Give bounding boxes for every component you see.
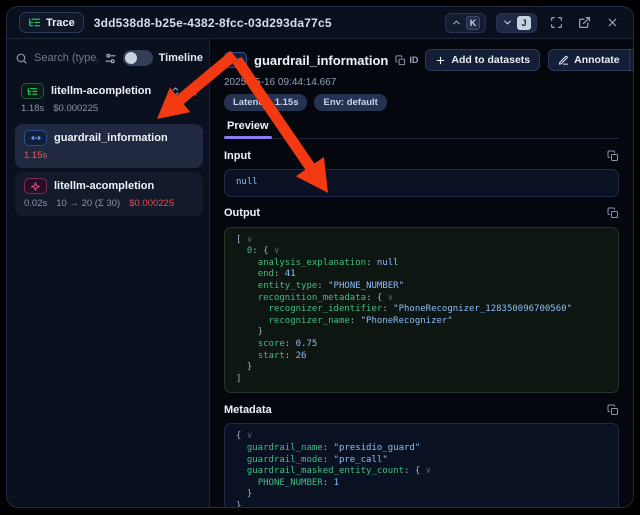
annotate-button[interactable]: Annotate: [548, 49, 629, 71]
tree-item-title: litellm-acompletion: [54, 180, 194, 192]
id-label: ID: [409, 55, 418, 65]
trace-cost: $0.000225: [53, 103, 98, 114]
open-external-button[interactable]: [575, 14, 593, 32]
pencil-icon: [558, 55, 569, 66]
expand-fullscreen-button[interactable]: [547, 14, 565, 32]
copy-output-icon[interactable]: [607, 207, 619, 219]
nav-up-shortcut[interactable]: K: [445, 13, 486, 33]
latency-badge: Latency: 1.15s: [224, 94, 307, 111]
output-json-viewer[interactable]: [ ∨ 0: { ∨ analysis_explanation: null en…: [224, 227, 619, 394]
timeline-toggle-label: Timeline: [159, 52, 203, 64]
input-section-label: Input: [224, 150, 251, 162]
annotate-dropdown-button[interactable]: [629, 49, 633, 71]
trace-tree-icon: [21, 83, 44, 99]
copy-input-icon[interactable]: [607, 150, 619, 162]
expand-all-icon[interactable]: [170, 86, 181, 97]
metadata-json-viewer[interactable]: { ∨ guardrail_name: "presidio_guard" gua…: [224, 423, 619, 507]
plus-icon: [435, 55, 446, 66]
add-to-datasets-button[interactable]: Add to datasets: [425, 49, 540, 71]
page-title: guardrail_information: [254, 53, 388, 68]
tree-item-title: guardrail_information: [54, 132, 194, 144]
observation-timestamp: 2025-05-16 09:44:14.667: [224, 77, 619, 88]
observation-detail-panel: guardrail_information ID Add to datasets: [210, 39, 633, 507]
span-latency: 1.15s: [24, 150, 194, 161]
tree-item-litellm-acompletion[interactable]: litellm-acompletion 0.02s 10 → 20 (Σ 30)…: [15, 172, 203, 216]
search-input[interactable]: [34, 52, 98, 64]
top-bar: Trace 3dd538d8-b25e-4382-8fcc-03d293da77…: [7, 7, 633, 39]
tab-bar: Preview: [224, 120, 619, 139]
chevron-up-icon: [451, 17, 462, 28]
input-section: Input null: [224, 148, 619, 197]
output-section: Output [ ∨ 0: { ∨ analysis_explanation: …: [224, 206, 619, 394]
trace-tree-icon: [28, 16, 41, 29]
copy-id-icon[interactable]: [395, 55, 406, 66]
tree-item-guardrail-information[interactable]: guardrail_information 1.15s: [15, 124, 203, 168]
trace-tree-sidebar: Timeline litellm-acompletion: [7, 39, 210, 507]
keycap-j: J: [517, 16, 531, 30]
trace-badge-label: Trace: [46, 17, 75, 29]
chevron-down-icon: [502, 17, 513, 28]
tree-item-root-trace[interactable]: litellm-acompletion 1.18s $0.000225: [15, 81, 203, 120]
env-badge: Env: default: [314, 94, 386, 111]
collapse-all-icon[interactable]: [188, 86, 199, 97]
tab-preview[interactable]: Preview: [224, 120, 272, 138]
search-icon: [15, 52, 28, 65]
metadata-section-label: Metadata: [224, 404, 272, 416]
trace-latency: 1.18s: [21, 103, 44, 114]
nav-down-shortcut[interactable]: J: [496, 13, 537, 33]
close-icon[interactable]: [603, 14, 621, 32]
generation-sparkle-icon: [24, 178, 47, 194]
metadata-section: Metadata { ∨ guardrail_name: "presidio_g…: [224, 402, 619, 507]
generation-tokens: 10 → 20 (Σ 30): [56, 198, 120, 209]
output-section-label: Output: [224, 207, 260, 219]
span-arrows-icon: [224, 52, 247, 68]
trace-detail-window: Trace 3dd538d8-b25e-4382-8fcc-03d293da77…: [6, 6, 634, 508]
filter-sliders-icon[interactable]: [104, 52, 117, 65]
span-arrows-icon: [24, 130, 47, 146]
tree-item-title: litellm-acompletion: [51, 85, 163, 97]
copy-metadata-icon[interactable]: [607, 404, 619, 416]
generation-latency: 0.02s: [24, 198, 47, 209]
input-json-viewer[interactable]: null: [224, 169, 619, 197]
trace-id: 3dd538d8-b25e-4382-8fcc-03d293da77c5: [94, 16, 332, 30]
generation-cost: $0.000225: [129, 198, 174, 209]
trace-type-badge: Trace: [19, 12, 84, 33]
keycap-k: K: [466, 16, 480, 30]
timeline-toggle[interactable]: [123, 50, 153, 66]
